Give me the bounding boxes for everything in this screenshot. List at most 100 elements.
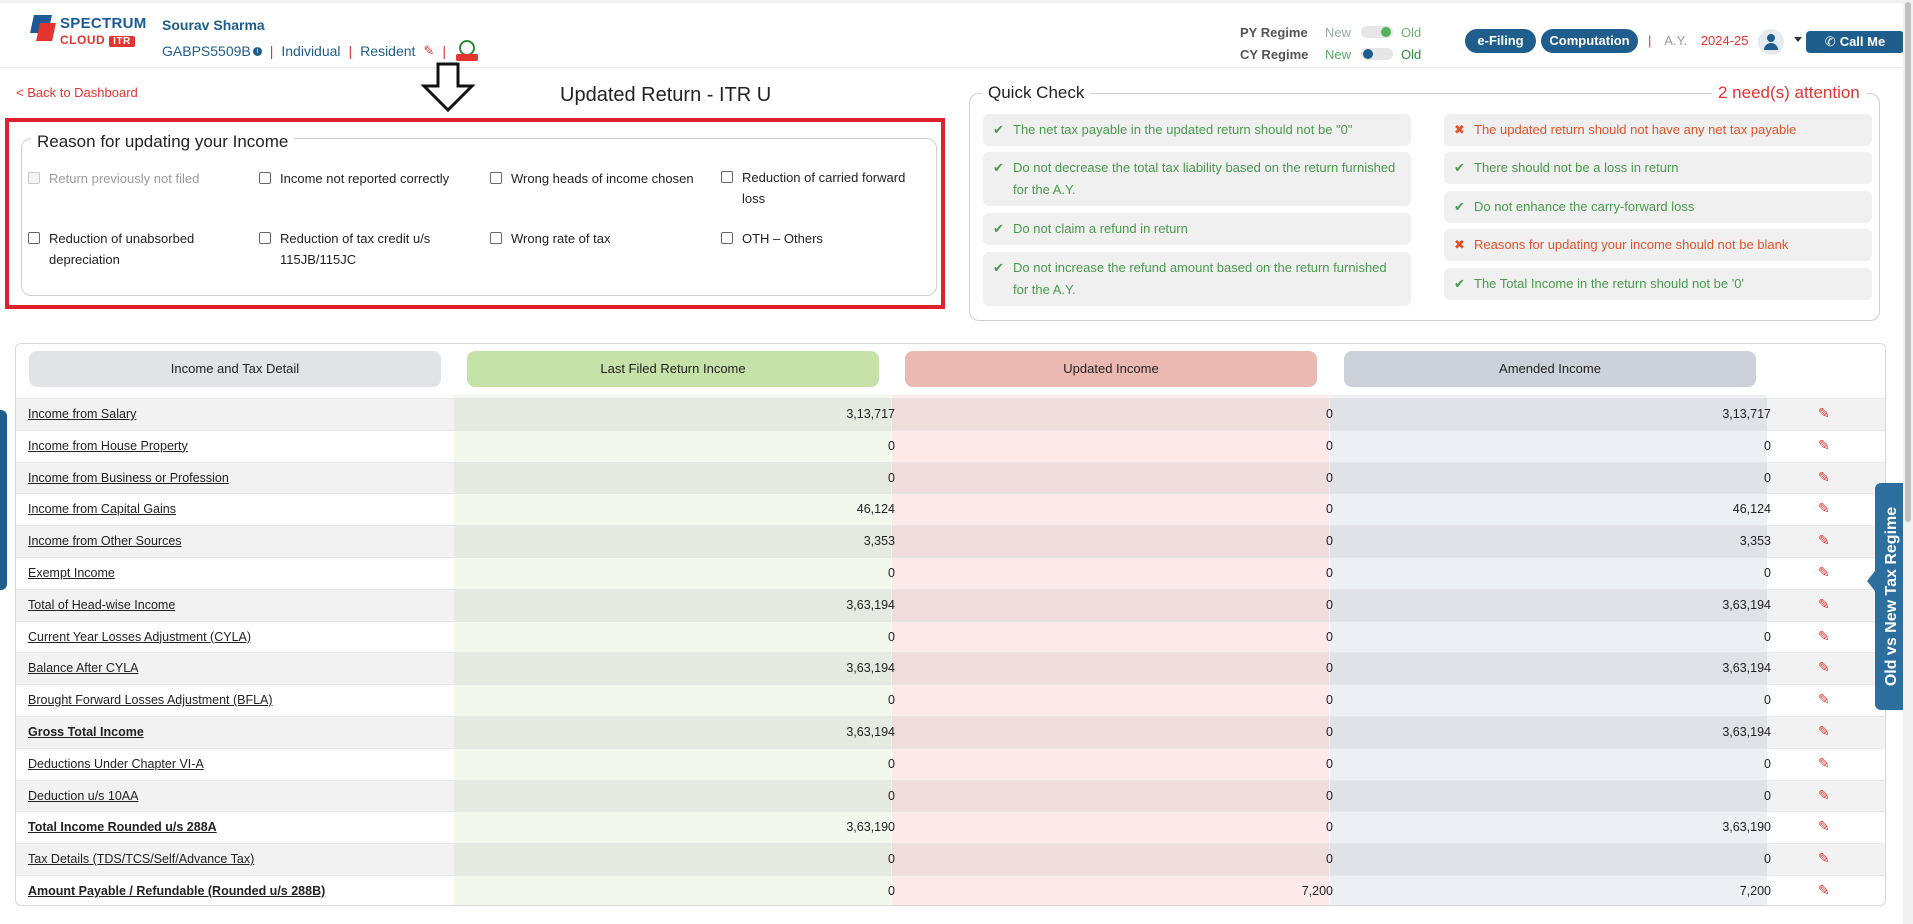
attention-count: 2 need(s) attention bbox=[1712, 83, 1866, 103]
edit-pencil-icon[interactable]: ✎ bbox=[1818, 596, 1830, 613]
back-to-dashboard-link[interactable]: < Back to Dashboard bbox=[16, 85, 138, 100]
page-scrollbar[interactable] bbox=[1903, 0, 1913, 924]
row-label-link[interactable]: Income from Salary bbox=[28, 407, 136, 421]
row-label-link[interactable]: Total of Head-wise Income bbox=[28, 598, 175, 612]
reason-checkbox-others[interactable]: OTH – Others bbox=[721, 228, 921, 249]
quick-check-text: The net tax payable in the updated retur… bbox=[1013, 122, 1353, 137]
row-label-link[interactable]: Deductions Under Chapter VI-A bbox=[28, 757, 204, 771]
user-details-line: GABPS5509B i | Individual | Resident ✎ | bbox=[162, 40, 480, 62]
chevron-down-icon[interactable] bbox=[1794, 37, 1802, 42]
amended-value: 0 bbox=[1764, 470, 1771, 485]
last-value: 3,63,194 bbox=[846, 724, 895, 739]
cy-regime-toggle[interactable] bbox=[1361, 48, 1393, 60]
row-label-link[interactable]: Total Income Rounded u/s 288A bbox=[28, 820, 217, 834]
info-icon[interactable]: i bbox=[252, 46, 262, 56]
checkbox-icon[interactable] bbox=[259, 232, 271, 244]
reason-checkbox-wrong-heads[interactable]: Wrong heads of income chosen bbox=[490, 168, 710, 189]
edit-pencil-icon[interactable]: ✎ bbox=[1818, 564, 1830, 581]
edit-pencil-icon[interactable]: ✎ bbox=[1818, 469, 1830, 486]
table-row: Income from House Property 0 0 0 ✎ bbox=[16, 429, 1885, 462]
checkbox-icon[interactable] bbox=[490, 172, 502, 184]
user-avatar-icon[interactable] bbox=[1758, 29, 1784, 55]
updated-value: 0 bbox=[1326, 693, 1333, 708]
computation-button[interactable]: Computation bbox=[1541, 29, 1638, 53]
edit-pencil-icon[interactable]: ✎ bbox=[1818, 882, 1830, 899]
last-value: 0 bbox=[888, 438, 895, 453]
reason-checkbox-income-not-reported[interactable]: Income not reported correctly bbox=[259, 168, 479, 189]
reason-label: Return previously not filed bbox=[49, 171, 200, 186]
down-arrow-icon bbox=[420, 62, 476, 113]
quick-check-item: ✖ Reasons for updating your income shoul… bbox=[1444, 229, 1872, 261]
reason-checkbox-reduction-cf-loss[interactable]: Reduction of carried forward loss bbox=[721, 167, 921, 209]
table-row: Amount Payable / Refundable (Rounded u/s… bbox=[16, 874, 1885, 907]
scrollbar-thumb[interactable] bbox=[1905, 2, 1911, 522]
spectrum-logo[interactable]: SPECTRUM CLOUD ITR bbox=[30, 13, 147, 49]
reason-checkbox-unabsorbed-depreciation[interactable]: Reduction of unabsorbed depreciation bbox=[28, 228, 228, 270]
reason-checkbox-wrong-rate[interactable]: Wrong rate of tax bbox=[490, 228, 690, 249]
assessment-year: | A.Y. 2024-25 bbox=[1648, 33, 1749, 48]
row-label-link[interactable]: Exempt Income bbox=[28, 566, 115, 580]
last-value: 3,63,194 bbox=[846, 661, 895, 676]
row-label-link[interactable]: Gross Total Income bbox=[28, 725, 144, 739]
last-value: 3,63,194 bbox=[846, 597, 895, 612]
reason-checkbox-tax-credit[interactable]: Reduction of tax credit u/s 115JB/115JC bbox=[259, 228, 459, 270]
edit-pencil-icon[interactable]: ✎ bbox=[1818, 659, 1830, 676]
edit-pencil-icon[interactable]: ✎ bbox=[1818, 818, 1830, 835]
table-row: Total Income Rounded u/s 288A 3,63,190 0 3,… bbox=[16, 811, 1885, 843]
call-me-label: Call Me bbox=[1839, 34, 1886, 49]
row-label-link[interactable]: Current Year Losses Adjustment (CYLA) bbox=[28, 630, 251, 644]
py-regime-label: PY Regime bbox=[1240, 24, 1308, 40]
py-regime-toggle[interactable] bbox=[1361, 26, 1393, 38]
edit-pencil-icon[interactable]: ✎ bbox=[1818, 500, 1830, 517]
checkbox-icon[interactable] bbox=[28, 232, 40, 244]
quick-check-text: Do not increase the refund amount based … bbox=[1013, 260, 1387, 297]
updated-value: 0 bbox=[1326, 438, 1333, 453]
cy-regime-label: CY Regime bbox=[1240, 46, 1309, 62]
check-icon: ✔ bbox=[993, 160, 1004, 175]
row-label-link[interactable]: Brought Forward Losses Adjustment (BFLA) bbox=[28, 693, 273, 707]
edit-pencil-icon[interactable]: ✎ bbox=[1818, 755, 1830, 772]
row-label-link[interactable]: Income from House Property bbox=[28, 439, 188, 453]
header-amended-income: Amended Income bbox=[1344, 351, 1756, 387]
logo-cloud-text: CLOUD bbox=[60, 33, 106, 47]
edit-pencil-icon[interactable]: ✎ bbox=[1818, 628, 1830, 645]
edit-pencil-icon[interactable]: ✎ bbox=[1818, 723, 1830, 740]
call-me-button[interactable]: ✆ Call Me bbox=[1806, 31, 1904, 53]
edit-pencil-icon[interactable]: ✎ bbox=[1818, 787, 1830, 804]
updated-value: 0 bbox=[1326, 852, 1333, 867]
checkbox-icon[interactable] bbox=[259, 172, 271, 184]
edit-profile-pencil-icon[interactable]: ✎ bbox=[423, 43, 434, 59]
table-row: Brought Forward Losses Adjustment (BFLA)… bbox=[16, 684, 1885, 716]
table-row: Exempt Income 0 0 0 ✎ bbox=[16, 556, 1885, 589]
updated-value: 0 bbox=[1326, 470, 1333, 485]
edit-pencil-icon[interactable]: ✎ bbox=[1818, 850, 1830, 867]
quick-check-item: ✔ Do not increase the refund amount base… bbox=[983, 252, 1411, 306]
row-label-link[interactable]: Tax Details (TDS/TCS/Self/Advance Tax) bbox=[28, 852, 254, 866]
top-header: SPECTRUM CLOUD ITR Sourav Sharma GABPS550… bbox=[0, 0, 1913, 68]
checkbox-icon[interactable] bbox=[721, 232, 733, 244]
table-row: Balance After CYLA 3,63,194 0 3,63,194 ✎ bbox=[16, 652, 1885, 685]
user-name: Sourav Sharma bbox=[162, 17, 265, 33]
ay-value[interactable]: 2024-25 bbox=[1701, 33, 1749, 48]
row-label-link[interactable]: Income from Capital Gains bbox=[28, 502, 176, 516]
check-icon: ✔ bbox=[993, 122, 1004, 137]
quick-check-item: ✖ The updated return should not have any… bbox=[1444, 114, 1872, 146]
left-side-tab[interactable] bbox=[0, 410, 7, 590]
row-label-link[interactable]: Deduction u/s 10AA bbox=[28, 789, 139, 803]
ay-label: A.Y. bbox=[1664, 33, 1688, 48]
efiling-button[interactable]: e-Filing bbox=[1465, 29, 1536, 53]
quick-check-text: The updated return should not have any n… bbox=[1474, 122, 1797, 137]
row-label-link[interactable]: Amount Payable / Refundable (Rounded u/s… bbox=[28, 884, 325, 898]
row-label-link[interactable]: Income from Business or Profession bbox=[28, 471, 229, 485]
checkbox-icon[interactable] bbox=[490, 232, 502, 244]
row-label-link[interactable]: Balance After CYLA bbox=[28, 661, 138, 675]
checkbox-icon[interactable] bbox=[721, 171, 733, 183]
edit-pencil-icon[interactable]: ✎ bbox=[1818, 437, 1830, 454]
cross-icon: ✖ bbox=[1454, 122, 1465, 137]
edit-pencil-icon[interactable]: ✎ bbox=[1818, 691, 1830, 708]
row-label-link[interactable]: Income from Other Sources bbox=[28, 534, 182, 548]
updated-value: 0 bbox=[1326, 407, 1333, 421]
edit-pencil-icon[interactable]: ✎ bbox=[1818, 405, 1830, 422]
quick-check-text: Reasons for updating your income should … bbox=[1474, 237, 1789, 252]
edit-pencil-icon[interactable]: ✎ bbox=[1818, 532, 1830, 549]
